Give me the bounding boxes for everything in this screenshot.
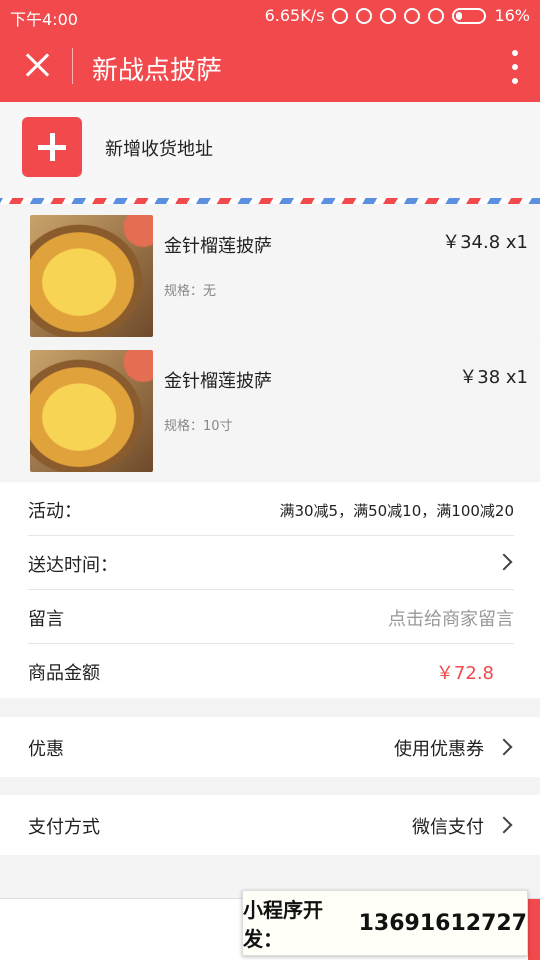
promo-banner: 小程序开发： 13691612727 (242, 890, 528, 956)
alarm-icon (380, 7, 397, 24)
signal-icon (428, 7, 445, 24)
item-price: ￥34.8 x1 (442, 232, 528, 253)
delivery-time-label: 送达时间： (28, 555, 118, 576)
mute-icon (356, 7, 373, 24)
item-spec: 规格：无 (164, 284, 217, 299)
item-spec: 规格：10寸 (164, 419, 233, 434)
pizza-thumbnail (30, 350, 153, 472)
add-address-label: 新增收货地址 (105, 139, 213, 160)
status-bar: 下午4:00 6.65K/s 16% (0, 0, 540, 32)
pizza-thumbnail (30, 215, 153, 337)
status-time: 下午4:00 (10, 10, 78, 29)
header-divider (72, 48, 73, 84)
close-icon[interactable] (22, 50, 52, 80)
order-info: 活动： 满30减5，满50减10，满100减20 送达时间： 留言 点击给商家留… (0, 482, 540, 698)
delivery-time-row[interactable]: 送达时间： (28, 536, 514, 590)
cart-item: 金针榴莲披萨 规格：10寸 ￥38 x1 (0, 345, 540, 475)
message-row[interactable]: 留言 点击给商家留言 (28, 590, 514, 644)
add-address-row[interactable]: 新增收货地址 (0, 102, 540, 200)
chevron-right-icon (495, 816, 513, 834)
wifi-icon (404, 7, 421, 24)
item-name: 金针榴莲披萨 (164, 236, 272, 257)
activity-value: 满30减5，满50减10，满100减20 (279, 502, 514, 520)
plus-icon[interactable] (22, 117, 82, 177)
cart-item: 金针榴莲披萨 规格：无 ￥34.8 x1 (0, 210, 540, 340)
activity-row: 活动： 满30减5，满50减10，满100减20 (28, 482, 514, 536)
battery-icon (452, 7, 487, 24)
payment-label: 支付方式 (28, 817, 100, 838)
chevron-right-icon (495, 553, 513, 571)
link-icon (332, 7, 349, 24)
airmail-stripe (0, 198, 540, 204)
more-icon[interactable] (512, 50, 518, 84)
promo-text: 小程序开发： (243, 898, 323, 951)
discount-label: 优惠 (28, 739, 64, 760)
submit-button[interactable] (528, 899, 540, 960)
amount-label: 商品金额 (28, 663, 100, 684)
payment-row[interactable]: 支付方式 微信支付 (0, 795, 540, 855)
battery-percent: 16% (494, 6, 530, 25)
promo-phone: 13691612727 (358, 910, 527, 936)
page-title: 新战点披萨 (92, 56, 223, 86)
amount-value: ￥72.8 (435, 663, 494, 684)
status-right: 6.65K/s 16% (265, 6, 530, 25)
chevron-right-icon (495, 738, 513, 756)
activity-label: 活动： (28, 501, 82, 522)
discount-value: 使用优惠券 (394, 739, 484, 760)
message-input[interactable]: 点击给商家留言 (388, 605, 514, 631)
amount-row: 商品金额 ￥72.8 (28, 644, 514, 698)
payment-value: 微信支付 (412, 817, 484, 838)
discount-row[interactable]: 优惠 使用优惠券 (0, 717, 540, 777)
network-speed: 6.65K/s (264, 6, 325, 25)
item-price: ￥38 x1 (459, 367, 528, 388)
message-label: 留言 (28, 609, 64, 630)
item-name: 金针榴莲披萨 (164, 371, 272, 392)
app-header: 新战点披萨 (0, 32, 540, 102)
